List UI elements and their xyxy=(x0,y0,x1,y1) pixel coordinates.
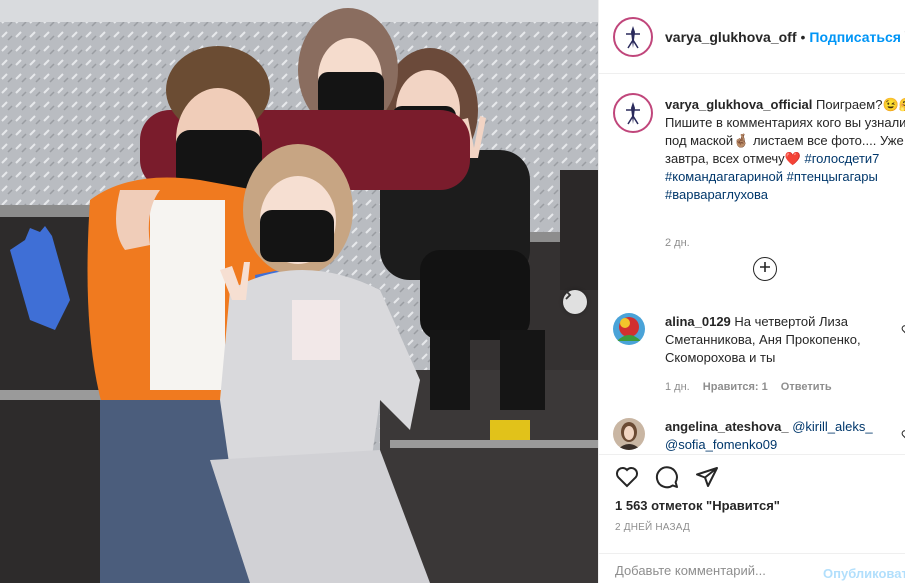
reply-button[interactable]: Ответить xyxy=(781,381,832,393)
plus-circle-icon xyxy=(759,260,771,278)
avatar[interactable] xyxy=(613,418,645,450)
add-comment-bar: Опубликовать xyxy=(599,553,905,583)
post-photo[interactable] xyxy=(0,0,598,583)
hashtag[interactable]: #варвараглухова xyxy=(665,187,768,202)
photo-illustration xyxy=(0,0,598,583)
comment-text: alina_0129 На четвертой Лиза Сметанников… xyxy=(665,313,897,367)
caption-time[interactable]: 2 дн. xyxy=(665,237,690,249)
comment-text: angelina_ateshova_ @kirill_aleks_ @sofia… xyxy=(665,418,897,453)
hashtag[interactable]: #голосдети7 xyxy=(804,151,879,166)
post-sidebar: varya_glukhova_off • Подписаться • varya… xyxy=(598,0,905,583)
comments-list[interactable]: varya_glukhova_official Поиграем?😉🤗 Пиши… xyxy=(599,75,905,453)
caption-text: varya_glukhova_official Поиграем?😉🤗 Пиши… xyxy=(665,96,905,204)
comment-username[interactable]: alina_0129 xyxy=(665,314,731,329)
next-photo-button[interactable] xyxy=(563,290,587,314)
post-actions xyxy=(599,454,905,494)
follow-button[interactable]: Подписаться xyxy=(809,29,901,45)
send-icon[interactable] xyxy=(695,465,719,494)
comment-icon[interactable] xyxy=(655,465,679,494)
publish-button[interactable]: Опубликовать xyxy=(823,566,905,581)
caption-username[interactable]: varya_glukhova_official xyxy=(665,97,812,112)
comment-username[interactable]: angelina_ateshova_ xyxy=(665,419,789,434)
avatar-image xyxy=(617,97,649,129)
heart-icon[interactable] xyxy=(901,428,905,446)
avatar[interactable] xyxy=(613,16,653,57)
heart-icon[interactable] xyxy=(615,465,639,494)
hashtag[interactable]: #командагагариной xyxy=(665,169,783,184)
mention[interactable]: @kirill_aleks_ xyxy=(792,419,872,434)
avatar[interactable] xyxy=(613,313,645,345)
post-date[interactable]: 2 ДНЕЙ НАЗАД xyxy=(615,522,690,533)
separator-dot: • xyxy=(800,28,806,45)
avatar-image xyxy=(617,20,649,53)
comment-time[interactable]: 1 дн. xyxy=(665,381,690,393)
post-header: varya_glukhova_off • Подписаться • xyxy=(599,0,905,74)
hashtag[interactable]: #птенцыгагары xyxy=(787,169,878,184)
likes-count[interactable]: 1 563 отметок "Нравится" xyxy=(615,498,780,513)
comment-input[interactable] xyxy=(615,563,811,578)
avatar[interactable] xyxy=(613,93,653,133)
comment-meta: 1 дн. Нравится: 1 Ответить xyxy=(665,381,842,393)
heart-icon[interactable] xyxy=(901,323,905,341)
comment-likes[interactable]: Нравится: 1 xyxy=(703,381,768,393)
load-more-comments-button[interactable] xyxy=(753,257,777,281)
mention[interactable]: @sofia_fomenko09 xyxy=(665,437,777,452)
header-username[interactable]: varya_glukhova_off xyxy=(665,29,797,45)
